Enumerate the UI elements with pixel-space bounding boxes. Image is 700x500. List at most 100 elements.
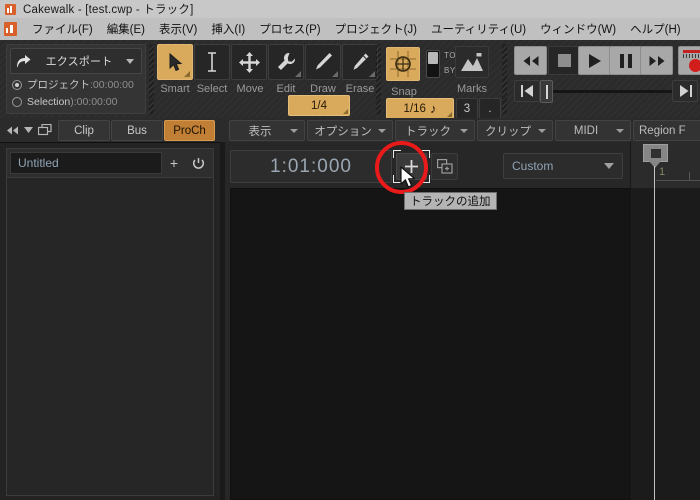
- view-menu-options-label: オプション: [314, 125, 372, 138]
- tool-edit-label: Edit: [276, 83, 296, 95]
- rewind-button[interactable]: [514, 46, 547, 75]
- view-menu-clip-label: クリップ: [485, 125, 531, 138]
- chevron-down-icon: [538, 128, 546, 133]
- eraser-icon: [353, 53, 369, 70]
- view-menu-options[interactable]: オプション: [307, 120, 393, 141]
- record-bar-icon: [683, 50, 700, 53]
- tool-smart-button[interactable]: [157, 44, 193, 80]
- tool-corner-icon: [184, 71, 190, 77]
- transport-slider-thumb[interactable]: [540, 80, 553, 103]
- tool-select-label: Select: [196, 83, 228, 95]
- duplicate-track-button[interactable]: [431, 153, 458, 180]
- title-bar: Cakewalk - [test.cwp - トラック]: [0, 0, 700, 18]
- now-time-display[interactable]: 1:01:000: [230, 150, 392, 183]
- cakewalk-window: Cakewalk - [test.cwp - トラック] ファイル(F) 編集(…: [0, 0, 700, 500]
- chevron-down-icon: [460, 128, 468, 133]
- tool-erase-button[interactable]: [342, 44, 378, 80]
- export-module: エクスポート プロジェクト :00:00:00 Selection ):00:0…: [6, 44, 146, 114]
- tab-clip[interactable]: Clip: [58, 120, 110, 141]
- inspector-panel: Untitled +: [0, 142, 220, 500]
- tab-bus[interactable]: Bus: [111, 120, 163, 141]
- snap-count-field[interactable]: 3: [456, 98, 478, 119]
- chevron-down-icon[interactable]: [21, 118, 35, 142]
- menu-item-edit[interactable]: 編集(E): [100, 19, 152, 39]
- time-ruler[interactable]: 1: [630, 142, 700, 188]
- menu-item-view[interactable]: 表示(V): [152, 19, 204, 39]
- export-button[interactable]: エクスポート: [10, 48, 142, 74]
- view-menu-midi[interactable]: MIDI: [555, 120, 631, 141]
- transport-slider-track[interactable]: [542, 90, 687, 93]
- pause-button[interactable]: [609, 46, 642, 75]
- menu-item-insert[interactable]: 挿入(I): [204, 19, 252, 39]
- export-scope-selection[interactable]: Selection ):00:00:00: [10, 93, 142, 110]
- resize-corner-icon: [447, 112, 452, 117]
- record-icon: [689, 59, 700, 72]
- double-chevron-left-icon[interactable]: [4, 118, 20, 142]
- bus-effects-rack[interactable]: [6, 178, 214, 496]
- toolbar-separator-1: [149, 44, 154, 114]
- menu-item-process[interactable]: プロセス(P): [252, 19, 327, 39]
- tool-select-button[interactable]: [194, 44, 230, 80]
- tab-bus-label: Bus: [127, 124, 147, 137]
- track-preset-dropdown[interactable]: Custom: [503, 153, 623, 179]
- go-to-start-button[interactable]: [514, 80, 540, 102]
- play-button[interactable]: [578, 46, 611, 75]
- menu-item-utilities[interactable]: ユーティリティ(U): [424, 19, 533, 39]
- snap-dot-value: .: [488, 102, 492, 115]
- stop-icon: [558, 54, 571, 67]
- fast-forward-button[interactable]: [640, 46, 673, 75]
- stop-button[interactable]: [548, 46, 581, 75]
- menu-item-file[interactable]: ファイル(F): [25, 19, 100, 39]
- snap-by-label: BY: [444, 66, 456, 75]
- chevron-down-icon: [604, 163, 614, 169]
- snap-label: Snap: [391, 86, 417, 98]
- toolbar-separator-3: [502, 44, 507, 114]
- snap-value: 1/16: [403, 102, 426, 115]
- export-scope-selection-label: Selection: [27, 95, 71, 108]
- tool-move-button[interactable]: [231, 44, 267, 80]
- tool-edit-button[interactable]: [268, 44, 304, 80]
- view-menu-clip[interactable]: クリップ: [477, 120, 553, 141]
- chevron-down-icon[interactable]: [126, 58, 134, 64]
- tool-draw-button[interactable]: [305, 44, 341, 80]
- radio-project-icon[interactable]: [12, 79, 22, 90]
- export-scope-project[interactable]: プロジェクト :00:00:00: [10, 76, 142, 93]
- bus-name-field[interactable]: Untitled: [10, 152, 162, 174]
- clip-area[interactable]: [230, 188, 630, 500]
- cakewalk-menu-logo-icon: [4, 22, 17, 36]
- marks-button[interactable]: [455, 46, 489, 78]
- export-label: エクスポート: [45, 56, 113, 68]
- tool-resolution-value: 1/4: [311, 99, 327, 112]
- main-toolbar: エクスポート プロジェクト :00:00:00 Selection ):00:0…: [0, 40, 700, 119]
- pencil-icon: [316, 53, 332, 70]
- track-lane-area[interactable]: [630, 188, 700, 500]
- record-button[interactable]: [678, 46, 700, 75]
- view-menu-track[interactable]: トラック: [395, 120, 475, 141]
- radio-selection-icon[interactable]: [12, 96, 22, 107]
- tool-corner-icon: [369, 71, 375, 77]
- snap-mode-switch[interactable]: [426, 50, 440, 78]
- tab-proch[interactable]: ProCh: [164, 120, 215, 141]
- power-icon[interactable]: [186, 152, 210, 174]
- mouse-cursor-icon: [400, 166, 416, 188]
- ruler-tick: [656, 180, 700, 181]
- menu-item-project[interactable]: プロジェクト(J): [328, 19, 424, 39]
- play-icon: [589, 53, 601, 68]
- view-menu-region-fx[interactable]: Region F: [633, 120, 700, 141]
- cascade-windows-icon[interactable]: [36, 118, 54, 142]
- snap-grid-icon: [390, 51, 416, 77]
- snap-value-field[interactable]: 1/16 ♪: [386, 98, 454, 119]
- now-time-marker[interactable]: [643, 144, 668, 162]
- snap-dot-field[interactable]: .: [479, 98, 501, 119]
- add-effect-icon[interactable]: +: [162, 152, 186, 174]
- view-menu-region-fx-label: Region F: [639, 124, 686, 137]
- view-menu-midi-label: MIDI: [573, 124, 599, 137]
- menu-item-help[interactable]: ヘルプ(H): [623, 19, 687, 39]
- toolbar-separator-2: [376, 44, 381, 114]
- snap-toggle-button[interactable]: [386, 47, 420, 81]
- menu-item-window[interactable]: ウィンドウ(W): [533, 19, 623, 39]
- tool-resolution-field[interactable]: 1/4: [288, 95, 350, 116]
- go-to-end-button[interactable]: [672, 80, 698, 102]
- export-project-time: :00:00:00: [90, 78, 134, 91]
- view-menu-display[interactable]: 表示: [229, 120, 305, 141]
